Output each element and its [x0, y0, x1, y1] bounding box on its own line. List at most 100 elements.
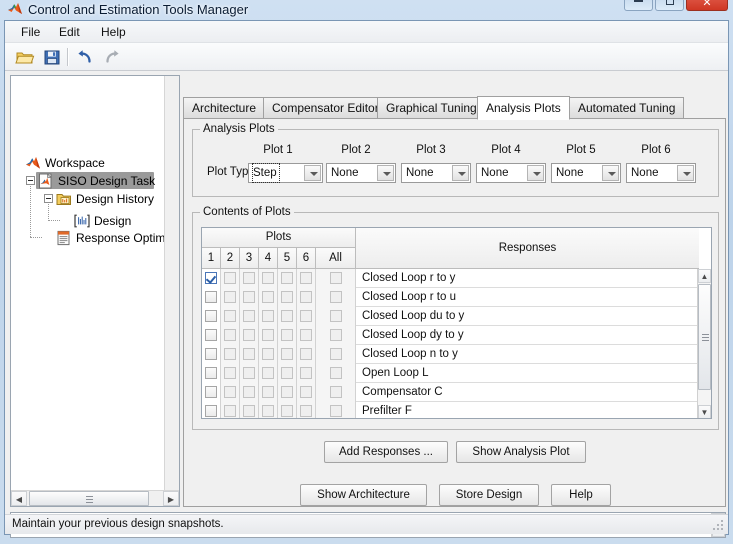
plot-5-checkbox[interactable]: [281, 291, 293, 303]
tab-analysis-plots[interactable]: Analysis Plots: [477, 96, 570, 120]
plot-6-checkbox-cell[interactable]: [297, 307, 316, 326]
plot-3-type-select[interactable]: None: [401, 163, 471, 183]
table-row[interactable]: Prefilter F: [202, 402, 699, 418]
plot-6-checkbox-cell[interactable]: [297, 269, 316, 288]
scrollbar-thumb[interactable]: [698, 284, 711, 390]
all-checkbox-cell[interactable]: [316, 288, 356, 307]
plot-6-type-select[interactable]: None: [626, 163, 696, 183]
plot-1-checkbox-cell[interactable]: [202, 269, 221, 288]
add-responses-button[interactable]: Add Responses ...: [324, 441, 448, 463]
plot-2-checkbox-cell[interactable]: [221, 288, 240, 307]
plot-column-all-header[interactable]: All: [316, 248, 356, 269]
tree-viewport[interactable]: Workspace SISO Design Task Design Histor…: [11, 76, 166, 490]
plot-4-checkbox[interactable]: [262, 405, 274, 417]
chevron-down-icon[interactable]: [452, 165, 469, 181]
menu-edit[interactable]: Edit: [51, 23, 88, 41]
scroll-left-arrow[interactable]: ◀: [11, 491, 27, 506]
plot-1-checkbox-cell[interactable]: [202, 288, 221, 307]
plot-2-checkbox-cell[interactable]: [221, 383, 240, 402]
plot-4-checkbox[interactable]: [262, 367, 274, 379]
open-folder-icon[interactable]: [15, 47, 35, 67]
all-checkbox-cell[interactable]: [316, 269, 356, 288]
chevron-down-icon[interactable]: [602, 165, 619, 181]
plot-5-checkbox-cell[interactable]: [278, 383, 297, 402]
plot-6-checkbox[interactable]: [300, 329, 312, 341]
plot-4-checkbox[interactable]: [262, 291, 274, 303]
plot-3-checkbox[interactable]: [243, 310, 255, 322]
table-row[interactable]: Closed Loop r to y: [202, 269, 699, 288]
plot-3-checkbox[interactable]: [243, 367, 255, 379]
all-checkbox[interactable]: [329, 291, 342, 303]
resize-grip[interactable]: [713, 520, 725, 532]
plot-6-checkbox-cell[interactable]: [297, 383, 316, 402]
plot-1-checkbox-cell[interactable]: [202, 383, 221, 402]
show-architecture-button[interactable]: Show Architecture: [300, 484, 427, 506]
table-row[interactable]: Closed Loop dy to y: [202, 326, 699, 345]
plot-2-checkbox[interactable]: [224, 405, 236, 417]
plot-4-checkbox-cell[interactable]: [259, 402, 278, 418]
all-checkbox-cell[interactable]: [316, 364, 356, 383]
all-checkbox[interactable]: [329, 386, 342, 398]
tree-expander-design-history[interactable]: [44, 194, 53, 203]
plot-3-checkbox-cell[interactable]: [240, 307, 259, 326]
plot-2-checkbox[interactable]: [224, 348, 236, 360]
tab-graphical-tuning[interactable]: Graphical Tuning: [377, 97, 486, 119]
plot-1-checkbox-cell[interactable]: [202, 345, 221, 364]
plot-2-checkbox-cell[interactable]: [221, 402, 240, 418]
plot-4-checkbox[interactable]: [262, 272, 274, 284]
plot-1-checkbox[interactable]: [205, 272, 217, 284]
plot-6-checkbox-cell[interactable]: [297, 288, 316, 307]
plot-2-checkbox-cell[interactable]: [221, 364, 240, 383]
minimize-button[interactable]: [624, 0, 653, 11]
plot-3-checkbox-cell[interactable]: [240, 383, 259, 402]
plot-1-checkbox[interactable]: [205, 310, 217, 322]
plot-1-checkbox[interactable]: [205, 386, 217, 398]
chevron-down-icon[interactable]: [304, 165, 321, 181]
table-row[interactable]: Open Loop L: [202, 364, 699, 383]
scroll-right-arrow[interactable]: ▶: [163, 491, 179, 506]
plot-4-checkbox-cell[interactable]: [259, 364, 278, 383]
plot-3-checkbox[interactable]: [243, 386, 255, 398]
plot-3-checkbox[interactable]: [243, 348, 255, 360]
plot-1-type-select[interactable]: Step: [248, 163, 323, 183]
plot-6-checkbox-cell[interactable]: [297, 402, 316, 418]
store-design-button[interactable]: Store Design: [439, 484, 539, 506]
plot-6-checkbox[interactable]: [300, 367, 312, 379]
all-checkbox-cell[interactable]: [316, 307, 356, 326]
plot-5-checkbox[interactable]: [281, 367, 293, 379]
plot-2-checkbox[interactable]: [224, 272, 236, 284]
plot-1-checkbox[interactable]: [205, 291, 217, 303]
plot-5-type-select[interactable]: None: [551, 163, 621, 183]
plot-2-checkbox-cell[interactable]: [221, 269, 240, 288]
close-button[interactable]: ✕: [686, 0, 728, 11]
plot-3-checkbox-cell[interactable]: [240, 402, 259, 418]
plot-3-checkbox-cell[interactable]: [240, 364, 259, 383]
plot-5-checkbox[interactable]: [281, 405, 293, 417]
plot-6-checkbox-cell[interactable]: [297, 345, 316, 364]
save-icon[interactable]: [42, 47, 62, 67]
all-checkbox-cell[interactable]: [316, 345, 356, 364]
plot-2-checkbox[interactable]: [224, 329, 236, 341]
tab-automated-tuning[interactable]: Automated Tuning: [569, 97, 685, 119]
plot-1-checkbox-cell[interactable]: [202, 364, 221, 383]
plot-1-checkbox-cell[interactable]: [202, 326, 221, 345]
all-checkbox[interactable]: [329, 348, 342, 360]
plot-1-checkbox[interactable]: [205, 348, 217, 360]
plot-1-checkbox[interactable]: [205, 405, 217, 417]
plot-2-checkbox-cell[interactable]: [221, 326, 240, 345]
plot-6-checkbox[interactable]: [300, 386, 312, 398]
plot-4-checkbox[interactable]: [262, 329, 274, 341]
plot-2-type-select[interactable]: None: [326, 163, 396, 183]
chevron-down-icon[interactable]: [527, 165, 544, 181]
table-vertical-scrollbar[interactable]: ▲ ▼: [697, 269, 711, 418]
plot-5-checkbox-cell[interactable]: [278, 307, 297, 326]
plot-column-3-header[interactable]: 3: [240, 248, 259, 269]
plot-4-checkbox-cell[interactable]: [259, 307, 278, 326]
plot-6-checkbox[interactable]: [300, 291, 312, 303]
chevron-down-icon[interactable]: [377, 165, 394, 181]
plot-5-checkbox-cell[interactable]: [278, 326, 297, 345]
plot-6-checkbox[interactable]: [300, 405, 312, 417]
all-checkbox[interactable]: [329, 272, 342, 284]
plot-3-checkbox[interactable]: [243, 272, 255, 284]
plot-column-4-header[interactable]: 4: [259, 248, 278, 269]
